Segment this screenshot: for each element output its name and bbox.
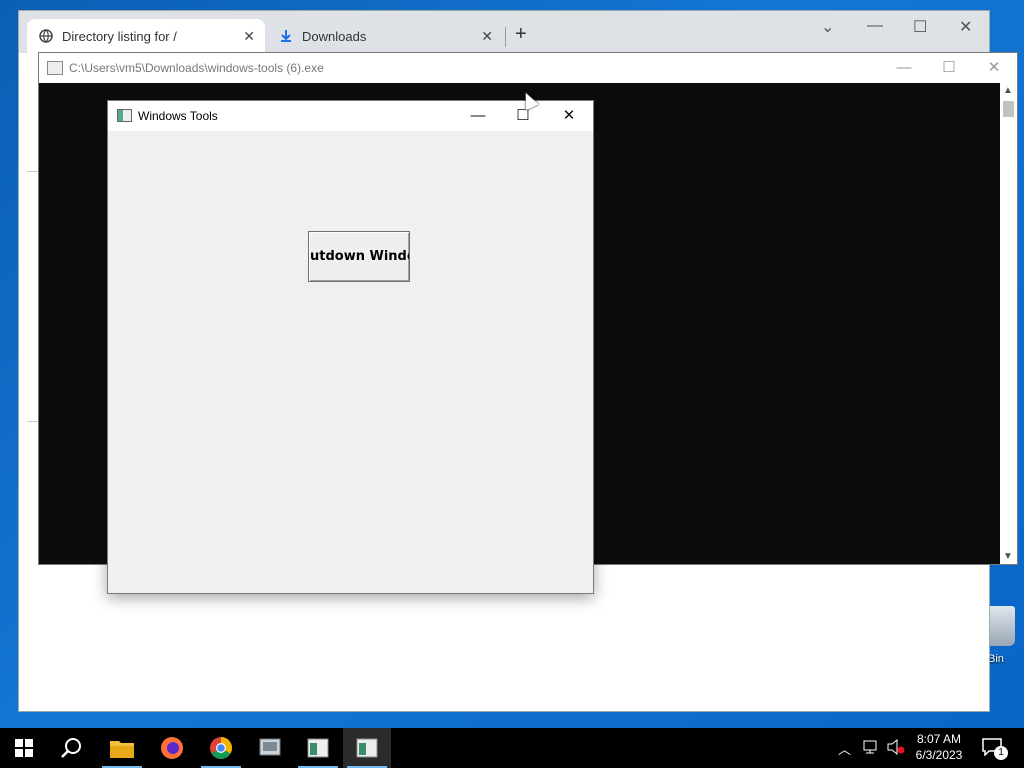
search-button[interactable] [48,728,96,768]
tk-maximize-button[interactable]: ☐ [508,105,538,127]
minimize-button[interactable]: — [867,17,883,35]
close-tab-icon[interactable]: ✕ [481,28,493,45]
console-title-bar[interactable]: C:\Users\vm5\Downloads\windows-tools (6)… [39,53,1017,83]
tk-close-button[interactable]: ✕ [554,105,584,127]
new-tab-button[interactable]: + [515,23,527,46]
globe-icon [39,29,53,43]
window-app-icon [356,738,378,758]
tab-label: Downloads [302,28,367,44]
chrome-icon [210,737,232,759]
taskbar-app-1[interactable] [246,728,294,768]
system-app-icon [259,738,281,756]
tk-window-title: Windows Tools [138,109,218,123]
tab-search-icon[interactable]: ⌄ [821,17,834,37]
taskbar-app-2[interactable] [294,728,342,768]
notification-count-badge: 1 [994,746,1008,760]
windows-logo-icon [15,739,33,757]
console-close-button[interactable]: ✕ [979,57,1009,79]
scroll-down-icon[interactable]: ▼ [1003,551,1013,562]
shutdown-windows-button[interactable]: utdown Windo [308,231,410,282]
scroll-thumb[interactable] [1003,101,1014,117]
console-scrollbar[interactable]: ▲ ▼ [1000,83,1017,564]
taskbar-firefox[interactable] [148,728,196,768]
close-tab-icon[interactable]: ✕ [243,28,255,45]
window-app-icon [307,738,329,758]
console-title: C:\Users\vm5\Downloads\windows-tools (6)… [69,61,324,75]
tab-directory-listing[interactable]: Directory listing for / ✕ [27,19,265,53]
tk-title-bar[interactable]: Windows Tools — ☐ ✕ [108,101,593,131]
start-button[interactable] [0,728,48,768]
taskbar-chrome[interactable] [197,728,245,768]
taskbar: ︿ 8:07 AM 6/3/2023 1 [0,728,1024,768]
console-maximize-button[interactable]: ☐ [934,57,964,79]
recycle-bin-label: Bin [988,653,1004,665]
firefox-icon [161,737,183,759]
network-icon[interactable] [862,739,880,758]
clock-time: 8:07 AM [916,732,962,746]
tab-downloads[interactable]: Downloads ✕ [267,19,503,53]
tab-strip: Directory listing for / ✕ Downloads ✕ + … [19,11,989,53]
console-app-icon [47,61,63,75]
tk-app-icon [117,109,132,122]
clock[interactable]: 8:07 AM 6/3/2023 [908,731,970,763]
tk-minimize-button[interactable]: — [463,105,493,127]
tab-label: Directory listing for / [62,28,177,44]
taskbar-tk-app[interactable] [343,728,391,768]
search-icon [61,738,81,758]
scroll-up-icon[interactable]: ▲ [1003,85,1013,96]
notification-center-button[interactable]: 1 [982,738,1008,760]
volume-muted-icon[interactable] [886,738,906,758]
console-minimize-button[interactable]: — [889,57,919,79]
taskbar-file-explorer[interactable] [98,728,146,768]
windows-tools-window: Windows Tools — ☐ ✕ utdown Windo [107,100,594,594]
clock-date: 6/3/2023 [915,748,963,762]
tab-separator [505,27,506,47]
download-icon [279,29,293,43]
folder-icon [110,741,134,758]
maximize-button[interactable]: ☐ [913,17,927,37]
shutdown-button-label: utdown Windo [310,249,410,264]
close-button[interactable]: ✕ [959,17,972,37]
chevron-up-icon[interactable]: ︿ [838,739,851,758]
